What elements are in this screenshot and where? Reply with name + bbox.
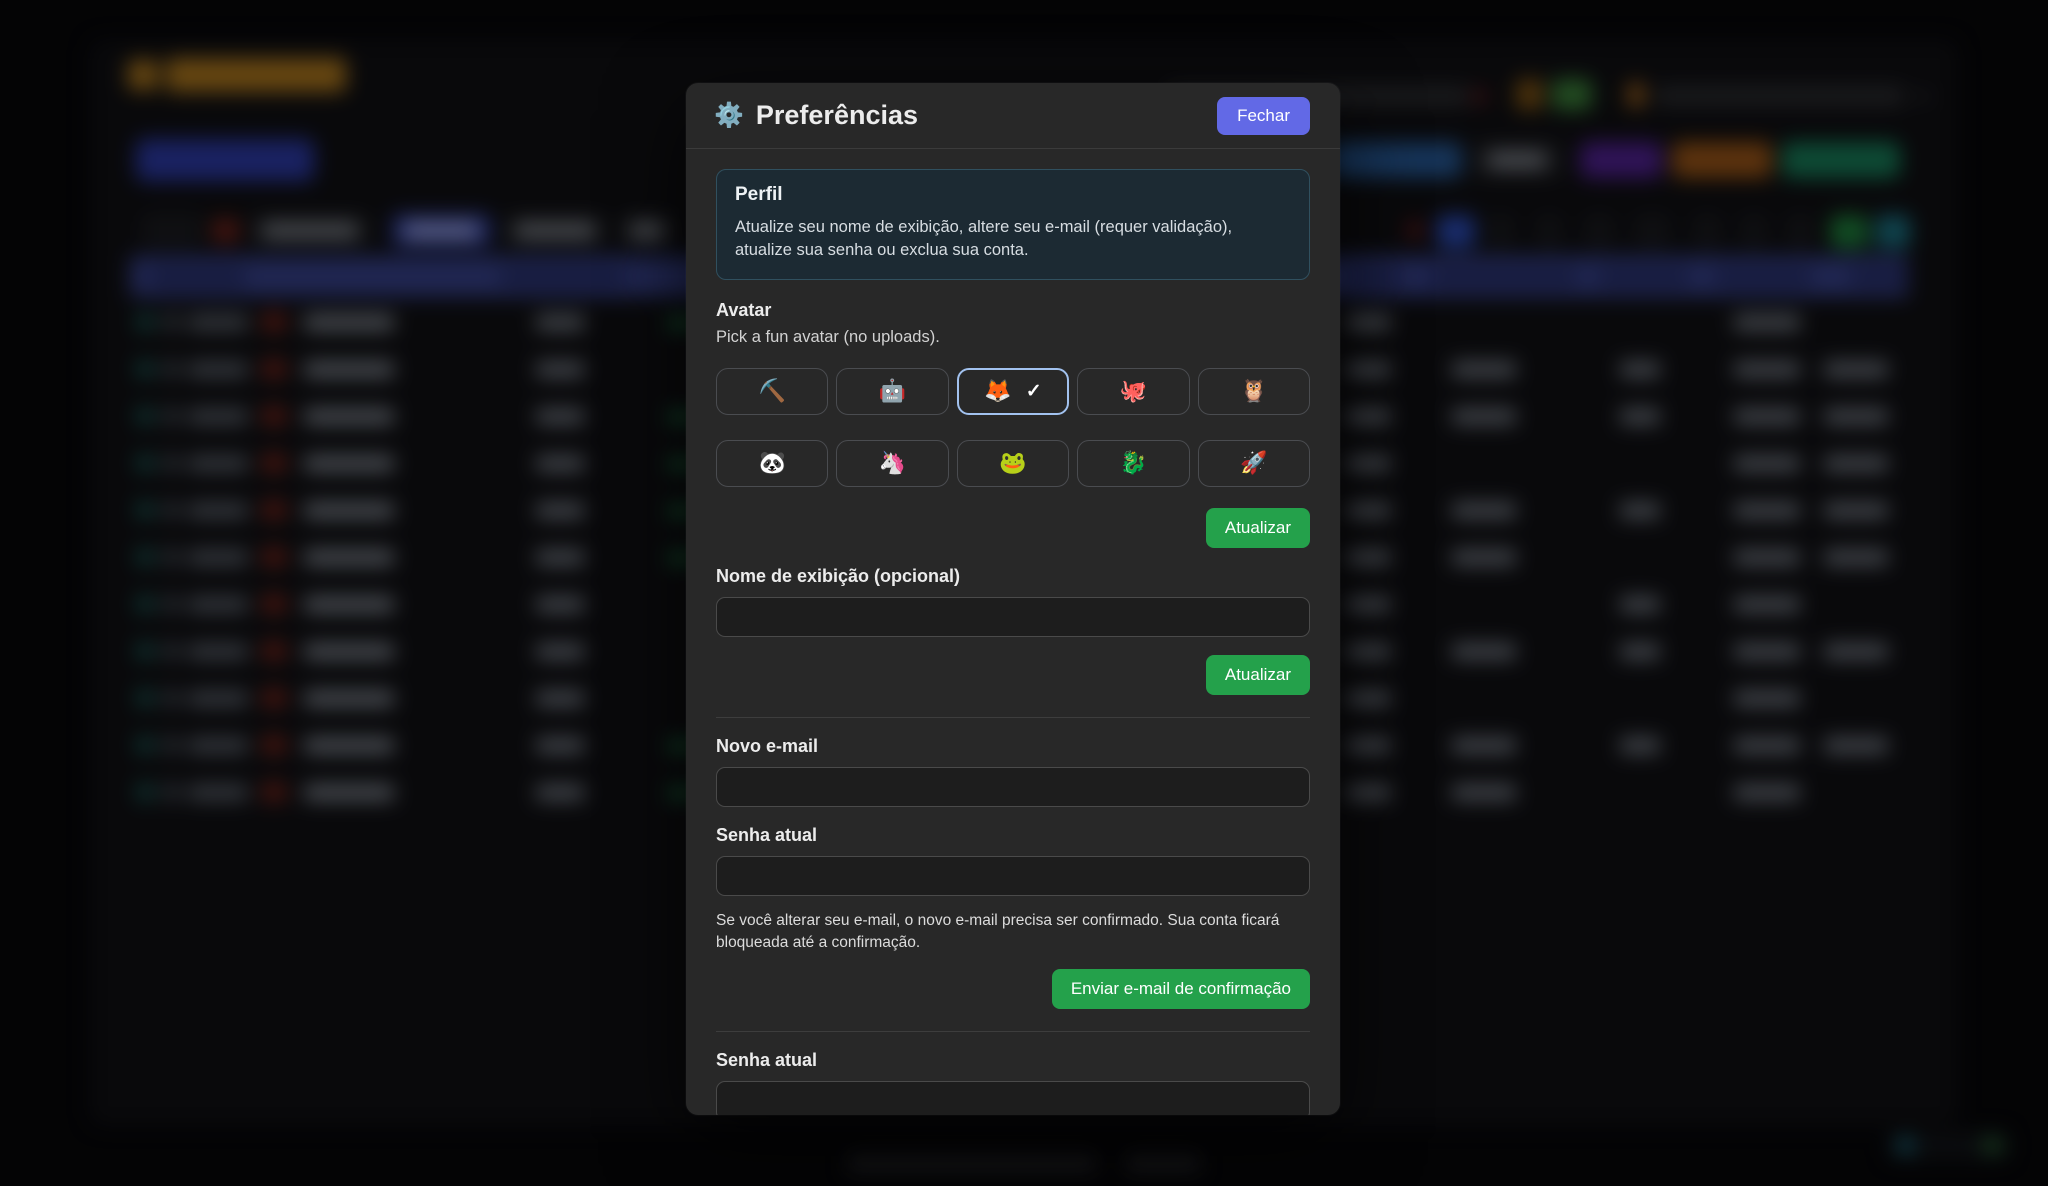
selected-check-icon: ✓ (1026, 380, 1042, 403)
avatar-option-frog[interactable]: 🐸 (957, 440, 1069, 487)
new-email-input[interactable] (716, 767, 1310, 807)
avatar-option-octopus[interactable]: 🐙 (1077, 368, 1189, 415)
avatar-subheading: Pick a fun avatar (no uploads). (716, 328, 1310, 347)
password-current-label: Senha atual (716, 1050, 1310, 1071)
avatar-option-robot[interactable]: 🤖 (836, 368, 948, 415)
email-current-password-label: Senha atual (716, 825, 1310, 846)
profile-info-card: Perfil Atualize seu nome de exibição, al… (716, 169, 1310, 280)
close-button[interactable]: Fechar (1217, 97, 1310, 135)
section-divider-2 (716, 1031, 1310, 1032)
avatar-option-fox[interactable]: 🦊✓ (957, 368, 1069, 415)
pickaxe-emoji-icon: ⛏️ (758, 378, 785, 404)
owl-emoji-icon: 🦉 (1240, 378, 1267, 404)
email-current-password-input[interactable] (716, 856, 1310, 896)
frog-emoji-icon: 🐸 (999, 450, 1026, 476)
avatar-grid: ⛏️🤖🦊✓🐙🦉🐼🦄🐸🐉🚀 (716, 368, 1310, 487)
modal-body: Perfil Atualize seu nome de exibição, al… (686, 149, 1340, 1115)
panda-emoji-icon: 🐼 (758, 450, 785, 476)
display-name-label: Nome de exibição (opcional) (716, 566, 1310, 587)
modal-header: ⚙️ Preferências Fechar (686, 83, 1340, 149)
avatar-option-owl[interactable]: 🦉 (1198, 368, 1310, 415)
modal-title: ⚙️ Preferências (714, 100, 918, 131)
new-email-label: Novo e-mail (716, 736, 1310, 757)
avatar-update-button[interactable]: Atualizar (1206, 508, 1310, 548)
rocket-emoji-icon: 🚀 (1240, 450, 1267, 476)
display-name-input[interactable] (716, 597, 1310, 637)
gear-icon: ⚙️ (714, 104, 744, 128)
dragon-emoji-icon: 🐉 (1120, 450, 1147, 476)
send-confirmation-email-button[interactable]: Enviar e-mail de confirmação (1052, 969, 1310, 1009)
display-name-actions-row: Atualizar (716, 655, 1310, 695)
avatar-option-pickaxe[interactable]: ⛏️ (716, 368, 828, 415)
modal-title-text: Preferências (756, 100, 918, 131)
email-actions-row: Enviar e-mail de confirmação (716, 969, 1310, 1009)
robot-emoji-icon: 🤖 (879, 378, 906, 404)
avatar-option-dragon[interactable]: 🐉 (1077, 440, 1189, 487)
email-confirmation-note: Se você alterar seu e-mail, o novo e-mai… (716, 910, 1310, 953)
display-name-update-button[interactable]: Atualizar (1206, 655, 1310, 695)
fox-emoji-icon: 🦊 (984, 378, 1011, 404)
profile-card-description: Atualize seu nome de exibição, altere se… (735, 216, 1291, 263)
avatar-option-panda[interactable]: 🐼 (716, 440, 828, 487)
profile-card-title: Perfil (735, 184, 1291, 206)
unicorn-emoji-icon: 🦄 (879, 450, 906, 476)
avatar-actions-row: Atualizar (716, 508, 1310, 548)
avatar-option-rocket[interactable]: 🚀 (1198, 440, 1310, 487)
password-current-input[interactable] (716, 1081, 1310, 1115)
preferences-modal: ⚙️ Preferências Fechar Perfil Atualize s… (686, 83, 1340, 1115)
avatar-option-unicorn[interactable]: 🦄 (836, 440, 948, 487)
app-screen: ⚙️ Preferências Fechar Perfil Atualize s… (0, 0, 2048, 1186)
avatar-heading: Avatar (716, 300, 1310, 321)
section-divider (716, 717, 1310, 718)
octopus-emoji-icon: 🐙 (1120, 378, 1147, 404)
